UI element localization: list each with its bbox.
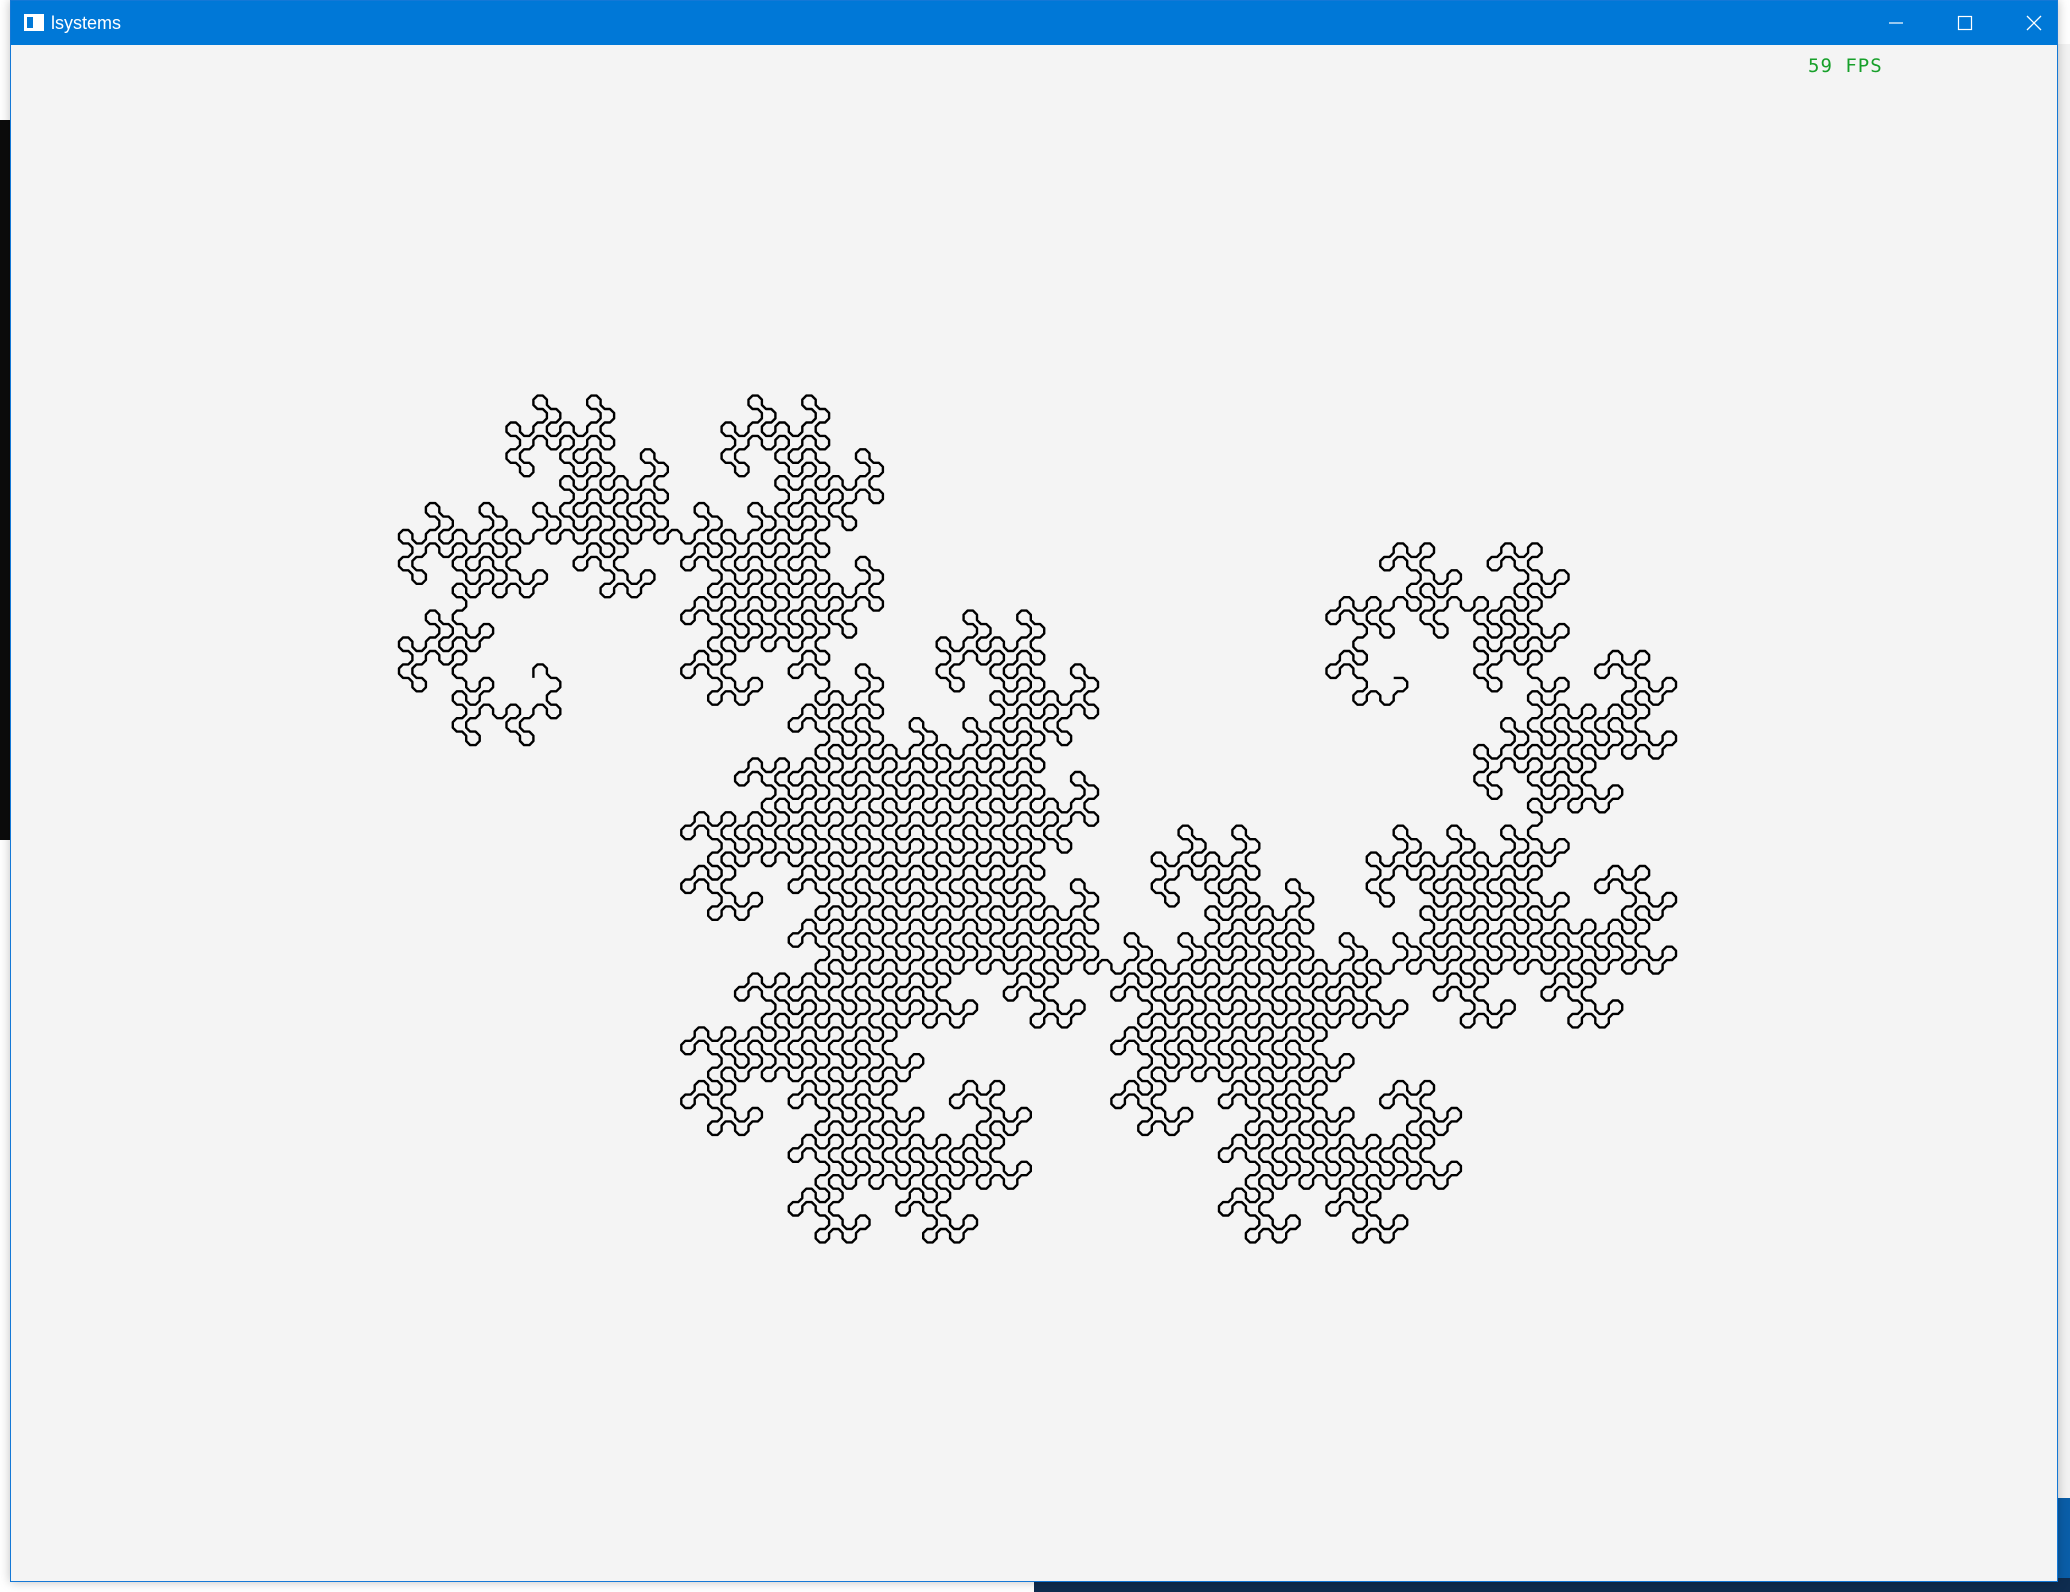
minimize-button[interactable] — [1861, 1, 1931, 45]
close-button[interactable] — [1999, 1, 2057, 45]
window-title: lsystems — [51, 13, 122, 33]
maximize-icon — [1957, 15, 1973, 31]
dragon-curve-fractal — [397, 394, 1678, 1244]
title-bar[interactable]: lsystems — [11, 1, 2057, 45]
desktop: lsystems 59 FPS — [0, 0, 2070, 1592]
lsystems-window[interactable]: lsystems 59 FPS — [10, 0, 2058, 1582]
maximize-button[interactable] — [1930, 1, 2000, 45]
dragon-curve-path — [397, 394, 1678, 1244]
close-icon — [2026, 15, 2042, 31]
app-window-icon[interactable] — [24, 14, 44, 31]
render-canvas[interactable]: 59 FPS — [11, 45, 2057, 1581]
fps-counter: 59 FPS — [1808, 55, 1883, 77]
background-window-edge[interactable] — [2057, 44, 2070, 1584]
minimize-icon — [1889, 22, 1903, 24]
